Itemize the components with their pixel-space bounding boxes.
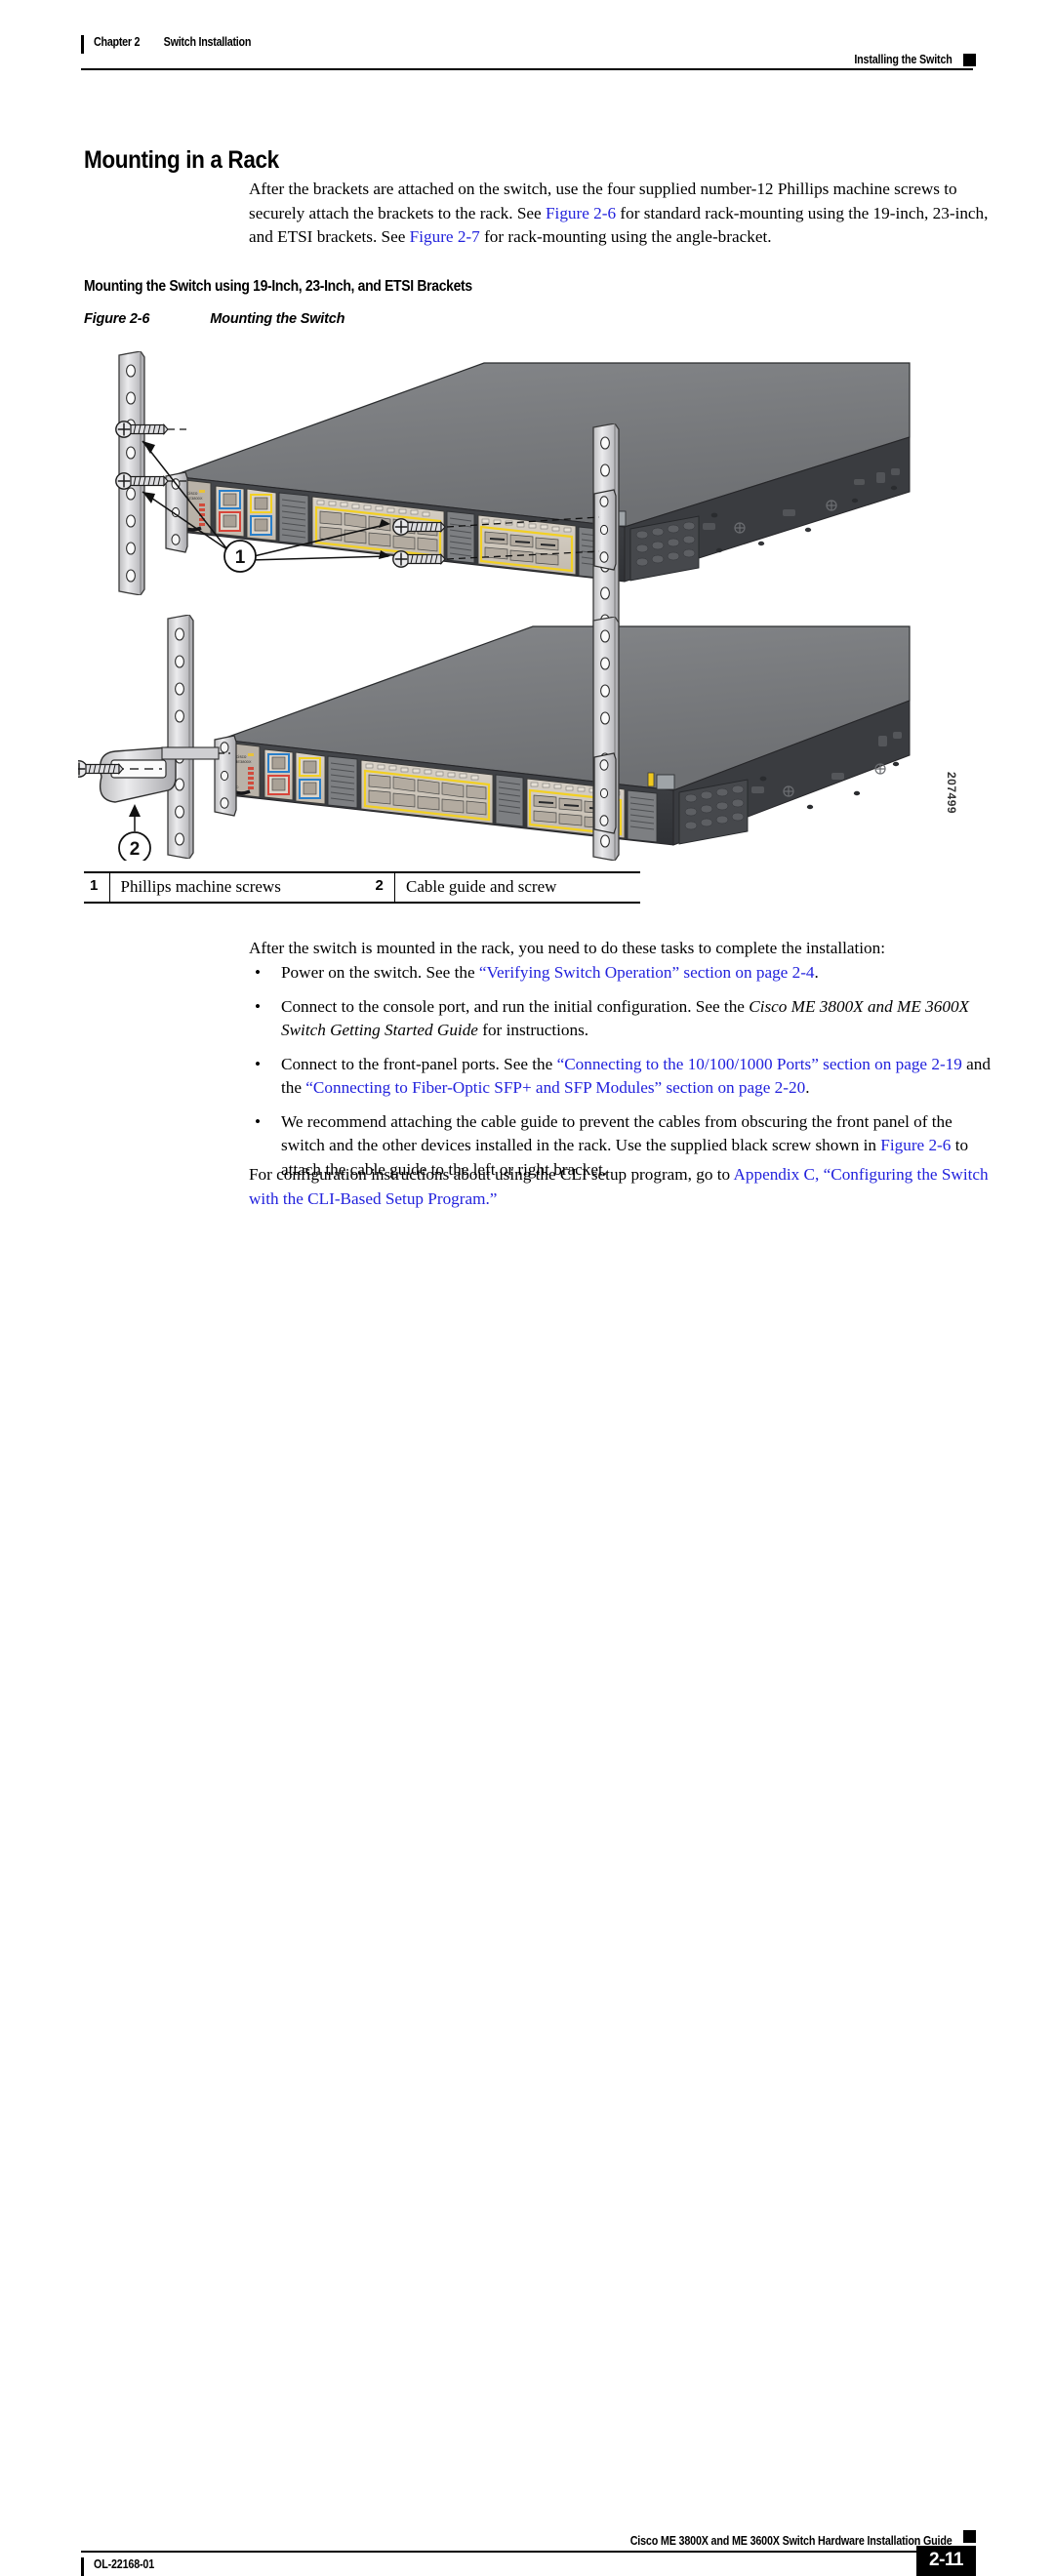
front-vent-block-2 (446, 510, 475, 564)
document-page: Chapter 2 Switch Installation Installing… (0, 0, 1054, 2576)
link-figure-2-7[interactable]: Figure 2-7 (410, 227, 480, 246)
section-subheading: Mounting the Switch using 19-Inch, 23-In… (84, 277, 472, 295)
bullet-3-text: Connect to the front-panel ports. See th… (281, 1054, 557, 1073)
mounting-bracket-right-upper (593, 489, 617, 571)
page-header: Chapter 2 Switch Installation Installing… (0, 0, 1054, 82)
rack-rail-left-lower (167, 615, 194, 859)
bullet-marker: • (255, 963, 262, 982)
bullet-2-text: Connect to the console port, and run the… (281, 996, 750, 1016)
list-item: • Connect to the front-panel ports. See t… (249, 1053, 995, 1101)
figure-caption-text: Mounting the Switch (210, 311, 345, 327)
header-section-title: Installing the Switch (854, 53, 953, 66)
table-row: 1 Phillips machine screws 2 Cable guide … (84, 873, 640, 902)
page-footer: Cisco ME 3800X and ME 3600X Switch Hardw… (0, 1256, 1054, 2576)
link-connecting-fiber-optic-sfp[interactable]: “Connecting to Fiber-Optic SFP+ and SFP … (305, 1078, 805, 1097)
sfp-module-bank (477, 514, 577, 576)
footer-guide-title: Cisco ME 3800X and ME 3600X Switch Hardw… (630, 2534, 953, 2548)
page-title: Mounting in a Rack (84, 145, 279, 174)
callout-2-number: 2 (130, 839, 141, 860)
upper-switch-assembly: cisco ME3800X SYSTRPS STATSPEED (115, 351, 911, 667)
intro-text-end: for rack-mounting using the angle-bracke… (479, 227, 772, 246)
svg-text:ME3800X: ME3800X (234, 759, 252, 764)
front-vent-block-3-lower (627, 789, 658, 843)
front-vent-block-1-lower (327, 755, 358, 809)
list-item: • Connect to the console port, and run th… (249, 995, 995, 1043)
figure-illustration: cisco ME3800X SYSTRPS STATSPEED (70, 343, 976, 865)
bullet-marker: • (255, 1111, 262, 1131)
final-text: For configuration instructions about usi… (249, 1165, 734, 1184)
link-figure-2-6[interactable]: Figure 2-6 (546, 204, 616, 222)
console-port-group-lower (264, 748, 294, 801)
mounting-bracket-right-lower (593, 752, 617, 834)
legend-label-2: Cable guide and screw (406, 877, 557, 896)
callout-2-marker: 2 (118, 831, 151, 865)
front-vent-block-2-lower (495, 774, 524, 827)
footer-tab-marker (963, 2530, 976, 2543)
task-bullet-list: • Power on the switch. See the “Verifying… (249, 961, 995, 1191)
bullet-1-end: . (814, 963, 819, 982)
console-port-group (215, 485, 245, 538)
lower-switch-assembly: cisco ME3800X SYSTRPS STATSPEED (70, 615, 911, 865)
bullet-marker: • (255, 1054, 262, 1073)
uplink-port-group-lower (295, 751, 326, 805)
footer-document-number: OL-22168-01 (94, 2557, 155, 2571)
figure-art-id: 207499 (945, 771, 958, 814)
header-tab-marker (963, 54, 976, 66)
legend-number-2: 2 (369, 873, 396, 902)
callout-2-arrowhead (129, 804, 141, 817)
link-connecting-10-100-1000-ports[interactable]: “Connecting to the 10/100/1000 Ports” se… (557, 1055, 962, 1073)
callout-1-marker: 1 (223, 540, 257, 573)
front-vent-block-1 (278, 492, 309, 545)
legend-label-1: Phillips machine screws (120, 877, 281, 896)
header-tick-mark (81, 35, 84, 54)
footer-rule (81, 2551, 930, 2553)
bullet-2-end: for instructions. (477, 1021, 589, 1039)
legend-number-1: 1 (84, 873, 110, 902)
bullet-3-end: . (805, 1078, 810, 1097)
link-verifying-switch-operation[interactable]: “Verifying Switch Operation” section on … (479, 963, 815, 982)
bullet-4-text: We recommend attaching the cable guide t… (281, 1111, 953, 1155)
link-figure-2-6-bullet[interactable]: Figure 2-6 (880, 1136, 951, 1154)
final-paragraph: For configuration instructions about usi… (249, 1163, 991, 1211)
bullet-1-text: Power on the switch. See the (281, 963, 479, 982)
header-chapter: Chapter 2 Switch Installation (94, 35, 251, 49)
intro-paragraph: After the brackets are attached on the s… (249, 178, 991, 250)
list-item: • Power on the switch. See the “Verifying… (249, 961, 995, 986)
header-rule (81, 68, 973, 70)
footer-tick-mark (81, 2557, 84, 2576)
figure-label: Figure 2-6 (84, 311, 150, 327)
figure-legend-table: 1 Phillips machine screws 2 Cable guide … (84, 871, 640, 904)
bullet-marker: • (255, 996, 262, 1016)
post-figure-paragraph: After the switch is mounted in the rack,… (249, 939, 886, 957)
footer-page-number: 2-11 (916, 2546, 976, 2576)
cable-guide (99, 746, 220, 803)
uplink-port-group (246, 488, 277, 542)
switch-mounting-diagram: cisco ME3800X SYSTRPS STATSPEED (70, 351, 911, 865)
header-chapter-title: Switch Installation (163, 35, 252, 49)
figure-caption: Figure 2-6 Mounting the Switch (84, 311, 345, 327)
callout-1-number: 1 (235, 547, 246, 568)
header-chapter-number: Chapter 2 (94, 35, 141, 49)
